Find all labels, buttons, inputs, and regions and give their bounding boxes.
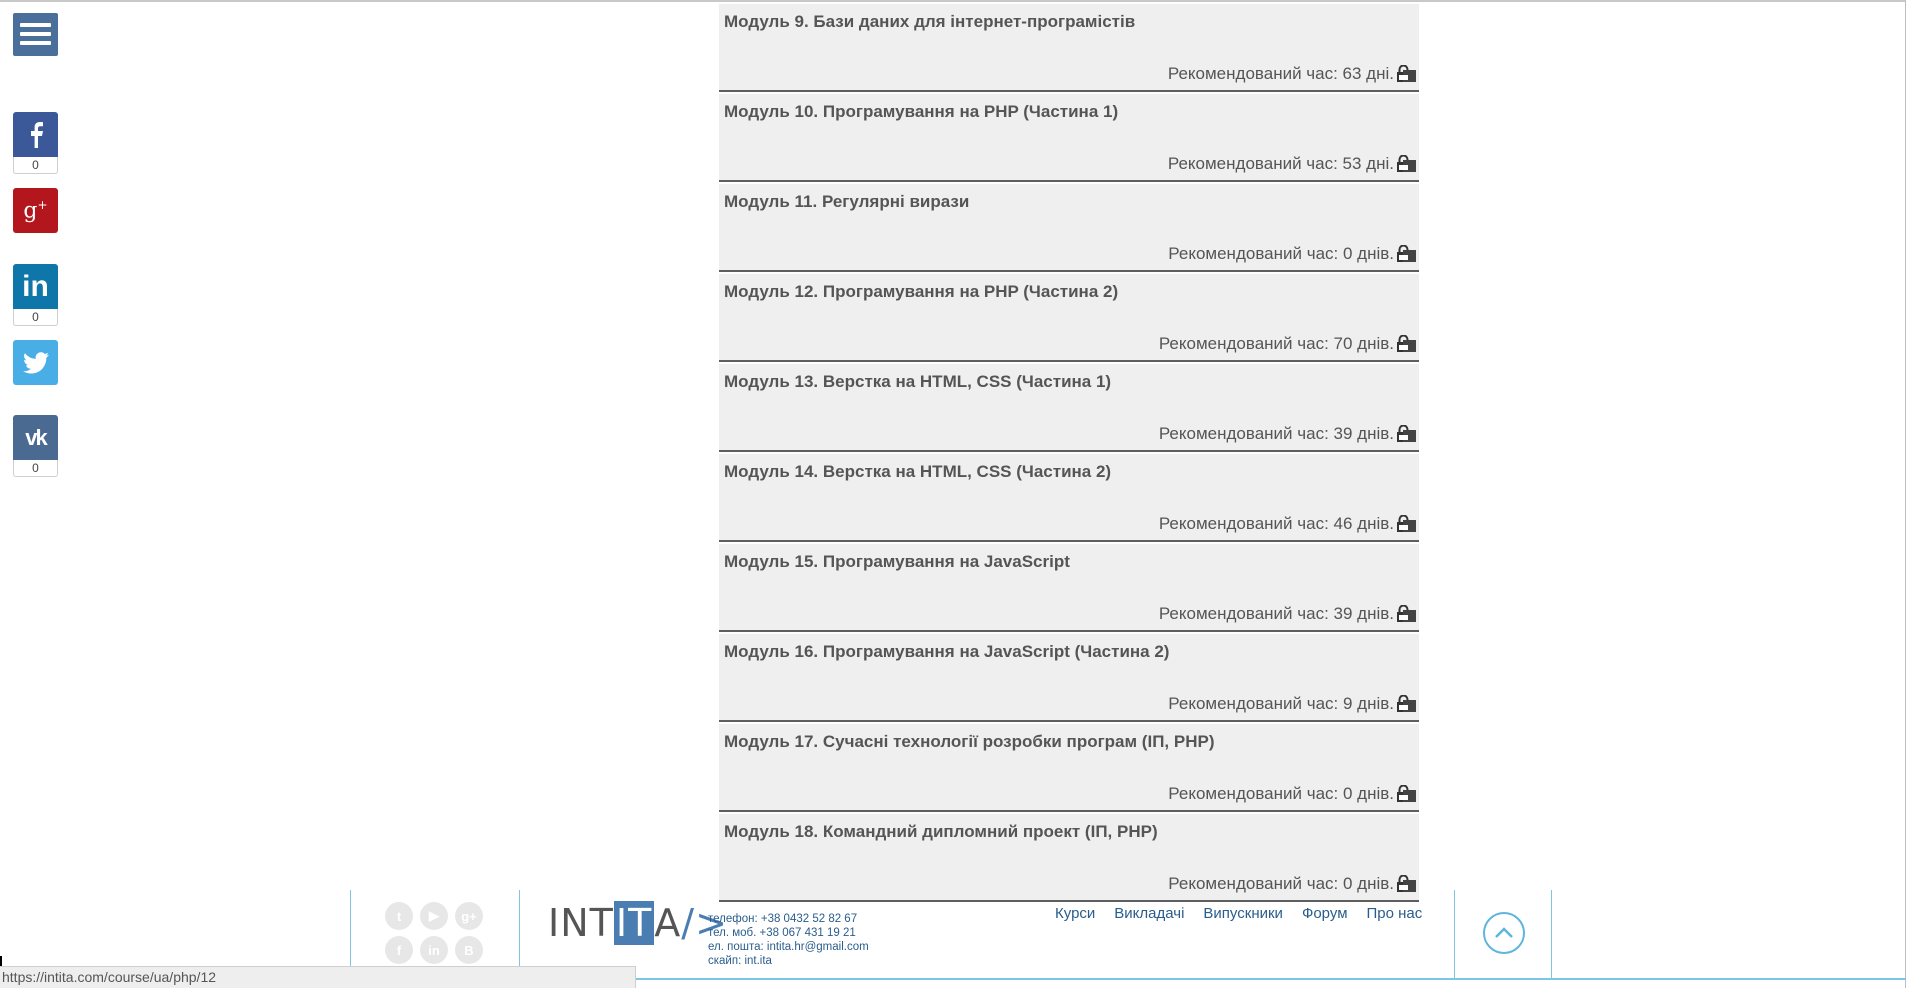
facebook-share[interactable]: 0 [13, 112, 58, 174]
footer-nav-courses[interactable]: Курси [1055, 905, 1095, 922]
google-plus-icon[interactable]: g+ [455, 902, 483, 930]
lock-icon [1397, 335, 1416, 352]
top-border [0, 0, 1906, 2]
contact-email[interactable]: ел. пошта: intita.hr@gmail.com [708, 940, 869, 954]
footer-nav-about[interactable]: Про нас [1367, 905, 1423, 922]
menu-bar [20, 41, 51, 45]
module-item[interactable]: Модуль 14. Верстка на HTML, CSS (Частина… [719, 454, 1419, 542]
menu-bar [20, 32, 51, 36]
module-title[interactable]: Модуль 17. Сучасні технології розробки п… [724, 732, 1214, 752]
footer-nav: Курси Викладачі Випускники Форум Про нас [1055, 905, 1422, 922]
module-title[interactable]: Модуль 12. Програмування на PHP (Частина… [724, 282, 1118, 302]
footer-divider [1551, 890, 1552, 980]
hamburger-menu-button[interactable] [13, 13, 58, 56]
contact-skype: скайп: int.ita [708, 955, 772, 967]
lock-icon [1397, 245, 1416, 262]
module-title[interactable]: Модуль 18. Командний дипломний проект (І… [724, 822, 1158, 842]
twitter-share[interactable] [13, 340, 58, 385]
module-item[interactable]: Модуль 17. Сучасні технології розробки п… [719, 724, 1419, 812]
module-recommended-time: Рекомендований час: 70 днів. [1158, 334, 1394, 353]
google-plus-share[interactable]: g+ [13, 188, 58, 233]
footer-nav-forum[interactable]: Форум [1302, 905, 1348, 922]
module-item[interactable]: Модуль 11. Регулярні вирази Рекомендован… [719, 184, 1419, 272]
facebook-icon[interactable] [13, 112, 58, 157]
module-recommended-time: Рекомендований час: 0 днів. [1168, 244, 1394, 263]
intita-logo[interactable]: INT IT A/> [548, 898, 728, 948]
facebook-share-count: 0 [13, 157, 58, 174]
module-item[interactable]: Модуль 9. Бази даних для інтернет-програ… [719, 4, 1419, 92]
module-recommended-time: Рекомендований час: 53 дні. [1167, 154, 1394, 173]
module-title[interactable]: Модуль 11. Регулярні вирази [724, 192, 969, 212]
module-recommended-time: Рекомендований час: 39 днів. [1158, 424, 1394, 443]
lock-icon [1397, 515, 1416, 532]
menu-bar [20, 23, 51, 27]
module-item[interactable]: Модуль 15. Програмування на JavaScript Р… [719, 544, 1419, 632]
lock-icon [1397, 155, 1416, 172]
linkedin-share[interactable]: in 0 [13, 264, 58, 326]
module-recommended-time: Рекомендований час: 0 днів. [1168, 784, 1394, 803]
contact-mobile: тел. моб. +38 067 431 19 21 [708, 927, 856, 939]
module-item[interactable]: Модуль 18. Командний дипломний проект (І… [719, 814, 1419, 902]
lock-icon [1397, 425, 1416, 442]
module-title[interactable]: Модуль 14. Верстка на HTML, CSS (Частина… [724, 462, 1111, 482]
module-recommended-time: Рекомендований час: 9 днів. [1168, 694, 1394, 713]
logo-text-highlight: IT [613, 901, 655, 945]
scroll-to-top-button[interactable] [1483, 912, 1525, 954]
twitter-icon[interactable]: t [385, 902, 413, 930]
logo-text-left: INT [548, 901, 614, 945]
module-title[interactable]: Модуль 10. Програмування на PHP (Частина… [724, 102, 1118, 122]
vk-icon[interactable]: vk [13, 415, 58, 460]
footer-nav-teachers[interactable]: Викладачі [1114, 905, 1184, 922]
module-title[interactable]: Модуль 16. Програмування на JavaScript (… [724, 642, 1169, 662]
vk-icon[interactable]: B [455, 936, 483, 964]
module-recommended-time: Рекомендований час: 0 днів. [1168, 874, 1394, 893]
youtube-icon[interactable]: ▶ [420, 902, 448, 930]
footer-contacts: телефон: +38 0432 52 82 67 тел. моб. +38… [708, 912, 869, 968]
module-item[interactable]: Модуль 12. Програмування на PHP (Частина… [719, 274, 1419, 362]
twitter-icon[interactable] [13, 340, 58, 385]
module-list: Модуль 9. Бази даних для інтернет-програ… [719, 4, 1419, 904]
module-recommended-time: Рекомендований час: 63 дні. [1167, 64, 1394, 83]
footer-divider [1454, 890, 1455, 980]
module-item[interactable]: Модуль 10. Програмування на PHP (Частина… [719, 94, 1419, 182]
vk-share-count: 0 [13, 460, 58, 477]
chevron-up-icon [1495, 927, 1513, 938]
contact-phone: телефон: +38 0432 52 82 67 [708, 913, 858, 925]
logo-text-right: A [654, 901, 682, 945]
lock-icon [1397, 605, 1416, 622]
google-plus-icon[interactable]: g+ [13, 188, 58, 233]
lock-icon [1397, 875, 1416, 892]
module-item[interactable]: Модуль 16. Програмування на JavaScript (… [719, 634, 1419, 722]
module-recommended-time: Рекомендований час: 39 днів. [1158, 604, 1394, 623]
status-bar-url: https://intita.com/course/ua/php/12 [0, 966, 636, 988]
footer-nav-graduates[interactable]: Випускники [1203, 905, 1283, 922]
lock-icon [1397, 695, 1416, 712]
module-title[interactable]: Модуль 13. Верстка на HTML, CSS (Частина… [724, 372, 1111, 392]
vk-share[interactable]: vk 0 [13, 415, 58, 477]
module-title[interactable]: Модуль 9. Бази даних для інтернет-програ… [724, 12, 1135, 32]
module-recommended-time: Рекомендований час: 46 днів. [1158, 514, 1394, 533]
module-item[interactable]: Модуль 13. Верстка на HTML, CSS (Частина… [719, 364, 1419, 452]
lock-icon [1397, 65, 1416, 82]
module-title[interactable]: Модуль 15. Програмування на JavaScript [724, 552, 1070, 572]
linkedin-icon[interactable]: in [420, 936, 448, 964]
facebook-icon[interactable]: f [385, 936, 413, 964]
lock-icon [1397, 785, 1416, 802]
linkedin-share-count: 0 [13, 309, 58, 326]
linkedin-icon[interactable]: in [13, 264, 58, 309]
